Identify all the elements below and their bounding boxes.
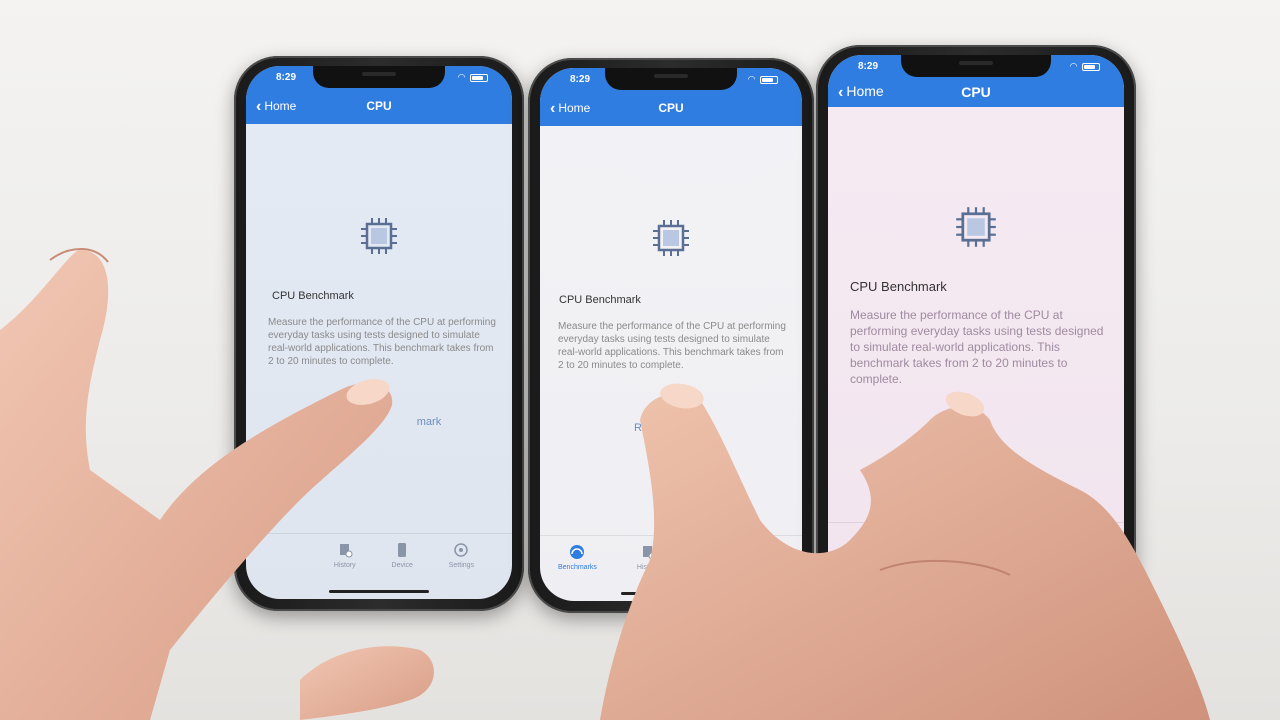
cpu-chip-icon xyxy=(653,220,689,256)
phone-right: 8:29 ◠ ‹ Home CPU CPU Benchmark Measure t… xyxy=(816,45,1136,600)
benchmarks-icon xyxy=(570,545,585,559)
page-title: CPU xyxy=(658,101,684,115)
phone-right-screen: 8:29 ◠ ‹ Home CPU CPU Benchmark Measure t… xyxy=(828,55,1124,588)
history-icon xyxy=(339,544,353,558)
status-time: 8:29 xyxy=(858,61,879,72)
phone-middle-screen: 8:29 ◠ ‹ Home CPU CPU Benchmark Measure t… xyxy=(540,68,802,601)
tab-bar xyxy=(828,522,1124,588)
cpu-chip-icon xyxy=(956,207,996,247)
page-title: CPU xyxy=(961,84,991,100)
status-time: 8:29 xyxy=(570,74,591,85)
content: CPU Benchmark Measure the performance of… xyxy=(540,126,802,601)
tab-label: History xyxy=(636,564,659,571)
history-icon xyxy=(642,546,656,560)
notch xyxy=(605,68,737,90)
tab-label: Settings xyxy=(448,562,475,569)
notch xyxy=(313,66,445,88)
page-title: CPU xyxy=(366,99,392,113)
run-benchmark-button[interactable]: mark xyxy=(246,416,512,428)
content: CPU Benchmark Measure the performance of… xyxy=(828,107,1124,588)
status-icons: ◠ xyxy=(748,74,778,85)
status-icons: ◠ xyxy=(1070,61,1100,72)
tab-benchmarks[interactable]: Benchmarks xyxy=(558,544,597,601)
tab-benchmarks[interactable] xyxy=(858,531,876,588)
tab-label: Device xyxy=(391,562,413,569)
benchmark-title: CPU Benchmark xyxy=(850,279,947,294)
tab-label: Benchmarks xyxy=(558,564,597,571)
benchmark-description: Measure the performance of the CPU at pe… xyxy=(850,308,1104,386)
cpu-chip-icon xyxy=(361,218,397,254)
tab-settings[interactable]: Settings xyxy=(449,542,474,599)
benchmark-title: CPU Benchmark xyxy=(272,290,354,302)
benchmark-description: Measure the performance of the CPU at pe… xyxy=(268,317,496,367)
settings-icon xyxy=(454,543,469,557)
benchmark-description: Measure the performance of the CPU at pe… xyxy=(558,321,786,371)
wifi-icon: ◠ xyxy=(457,72,467,82)
battery-icon xyxy=(470,73,488,82)
run-benchmark-button[interactable]: Ru xyxy=(540,422,802,434)
status-time: 8:29 xyxy=(276,72,297,83)
benchmark-title: CPU Benchmark xyxy=(559,294,641,306)
phone-left: 8:29 ◠ ‹ Home CPU CPU Benchmark Measure t… xyxy=(234,56,524,611)
phone-middle: 8:29 ◠ ‹ Home CPU CPU Benchmark Measure t… xyxy=(528,58,814,613)
status-icons: ◠ xyxy=(458,72,488,83)
notch xyxy=(901,55,1051,77)
content: CPU Benchmark Measure the performance of… xyxy=(246,124,512,599)
tab-history[interactable] xyxy=(928,531,946,588)
wifi-icon: ◠ xyxy=(747,74,757,84)
battery-icon xyxy=(760,75,778,84)
home-indicator xyxy=(329,590,429,593)
battery-icon xyxy=(1082,62,1100,71)
device-icon xyxy=(398,543,407,557)
wifi-icon: ◠ xyxy=(1069,61,1079,71)
benchmarks-icon xyxy=(859,532,875,548)
phone-left-screen: 8:29 ◠ ‹ Home CPU CPU Benchmark Measure t… xyxy=(246,66,512,599)
home-indicator xyxy=(621,592,721,595)
history-icon xyxy=(931,533,946,549)
tab-label: History xyxy=(333,562,356,569)
run-benchmark-button[interactable]: R xyxy=(828,425,1124,440)
